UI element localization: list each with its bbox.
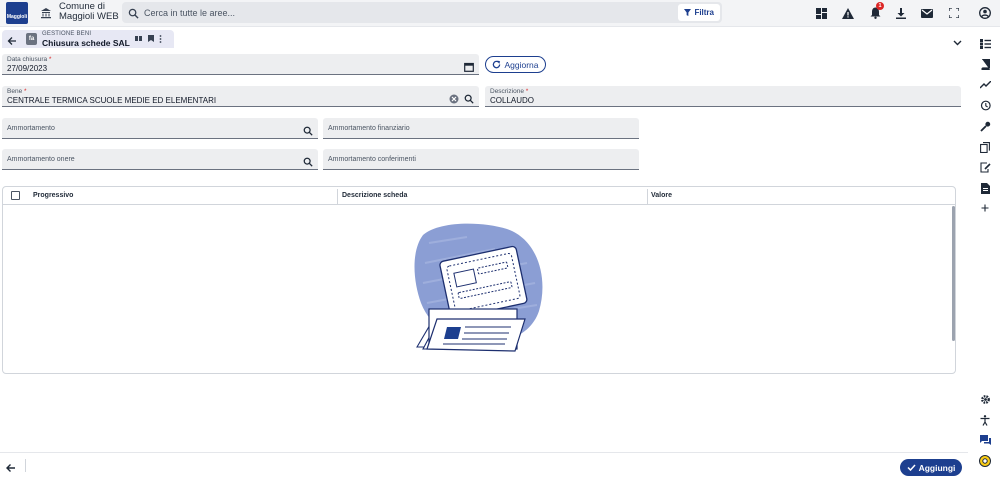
clear-icon[interactable]: [449, 91, 459, 109]
ammortamento-finanziario-field[interactable]: Ammortamento finanziario: [323, 118, 639, 139]
divider: [25, 459, 26, 472]
search-icon[interactable]: [303, 154, 313, 172]
book-icon[interactable]: [978, 57, 992, 71]
notifications-icon[interactable]: 1: [867, 2, 884, 21]
logo-text: Maggioli: [6, 14, 28, 20]
search-icon: [128, 6, 139, 24]
chat-icon[interactable]: [978, 433, 992, 447]
more-options-icon[interactable]: [159, 35, 162, 43]
data-chiusura-value: 27/09/2023: [7, 64, 48, 73]
chevron-down-icon[interactable]: [953, 33, 962, 51]
right-toolbar: [973, 27, 1000, 477]
org-name-line2: Maggioli WEB: [59, 11, 119, 22]
bene-field[interactable]: Bene * CENTRALE TERMICA SCUOLE MEDIE ED …: [2, 86, 479, 107]
dashboard-icon[interactable]: [813, 5, 829, 21]
bookmark-icon[interactable]: [148, 35, 154, 42]
mail-icon[interactable]: [919, 5, 935, 21]
column-header-descrizione-scheda[interactable]: Descrizione scheda: [342, 187, 407, 205]
bottom-bar: Aggiungi: [0, 452, 968, 477]
copy-icon[interactable]: [978, 140, 992, 154]
descrizione-label: Descrizione *: [490, 88, 529, 95]
aggiorna-label: Aggiorna: [504, 59, 539, 70]
grid-scrollbar[interactable]: [951, 206, 956, 366]
data-chiusura-label: Data chiusura *: [7, 56, 52, 63]
tools-icon[interactable]: [978, 119, 992, 133]
back-arrow-icon[interactable]: [7, 33, 17, 51]
institution-icon[interactable]: [36, 3, 56, 23]
column-header-valore[interactable]: Valore: [651, 187, 672, 205]
top-bar: Maggioli Comune di Maggioli WEB Filtra 1: [0, 0, 1000, 27]
warning-icon[interactable]: [840, 5, 856, 21]
pin-icon[interactable]: [135, 35, 143, 42]
filter-button[interactable]: Filtra: [678, 4, 720, 21]
grid-header: Progressivo Descrizione scheda Valore: [3, 187, 955, 205]
user-account-icon[interactable]: [977, 5, 993, 21]
ammortamento-placeholder: Ammortamento: [7, 125, 55, 132]
edit-document-icon[interactable]: [978, 160, 992, 174]
refresh-icon: [493, 60, 501, 69]
support-icon[interactable]: [978, 454, 992, 468]
column-divider[interactable]: [647, 189, 648, 204]
download-icon[interactable]: [893, 5, 909, 21]
history-icon[interactable]: [978, 98, 992, 112]
ammortamento-onere-placeholder: Ammortamento onere: [7, 156, 75, 163]
add-icon[interactable]: [978, 201, 992, 215]
search-icon[interactable]: [303, 123, 313, 141]
checklist-icon[interactable]: [978, 37, 992, 51]
data-chiusura-field[interactable]: Data chiusura * 27/09/2023: [2, 54, 479, 75]
page-title: Chiusura schede SAL: [42, 38, 130, 48]
organization-name: Comune di Maggioli WEB: [59, 2, 119, 22]
descrizione-field[interactable]: Descrizione * COLLAUDO: [485, 86, 961, 107]
tab-chiusura-schede-sal[interactable]: fa GESTIONE BENI Chiusura schede SAL: [2, 30, 174, 48]
filter-icon: [684, 9, 692, 16]
ammortamento-finanziario-placeholder: Ammortamento finanziario: [328, 125, 410, 132]
column-header-progressivo[interactable]: Progressivo: [33, 187, 73, 205]
pdf-document-icon[interactable]: [978, 181, 992, 195]
trend-chart-icon[interactable]: [978, 78, 992, 92]
module-icon: fa: [26, 33, 37, 45]
ammortamento-conferimenti-field[interactable]: Ammortamento conferimenti: [323, 149, 639, 170]
aggiungi-label: Aggiungi: [918, 462, 956, 473]
schede-grid: Progressivo Descrizione scheda Valore: [2, 186, 956, 374]
empty-state-illustration: [414, 223, 543, 352]
select-all-checkbox[interactable]: [11, 191, 20, 200]
filter-label: Filtra: [694, 8, 714, 17]
tab-kicker: GESTIONE BENI: [42, 31, 92, 37]
back-arrow-icon[interactable]: [5, 460, 16, 478]
bene-label: Bene *: [7, 88, 27, 95]
aggiungi-button[interactable]: Aggiungi: [900, 459, 962, 476]
accessibility-icon[interactable]: [978, 413, 992, 427]
ammortamento-onere-field[interactable]: Ammortamento onere: [2, 149, 318, 170]
scrollbar-thumb[interactable]: [952, 206, 955, 341]
search-icon[interactable]: [464, 91, 474, 109]
ammortamento-field[interactable]: Ammortamento: [2, 118, 318, 139]
check-icon: [907, 464, 916, 471]
ammortamento-conferimenti-placeholder: Ammortamento conferimenti: [328, 156, 416, 163]
search-input[interactable]: [144, 4, 664, 21]
global-search: Filtra: [122, 2, 722, 23]
settings-icon[interactable]: [978, 392, 992, 406]
fullscreen-icon[interactable]: [946, 5, 962, 21]
aggiorna-button[interactable]: Aggiorna: [485, 56, 546, 73]
column-divider[interactable]: [337, 189, 338, 204]
app-logo[interactable]: Maggioli: [6, 2, 28, 24]
descrizione-value: COLLAUDO: [490, 96, 535, 105]
notification-badge: 1: [876, 2, 884, 10]
bene-value: CENTRALE TERMICA SCUOLE MEDIE ED ELEMENT…: [7, 96, 217, 105]
calendar-icon[interactable]: [464, 59, 474, 77]
